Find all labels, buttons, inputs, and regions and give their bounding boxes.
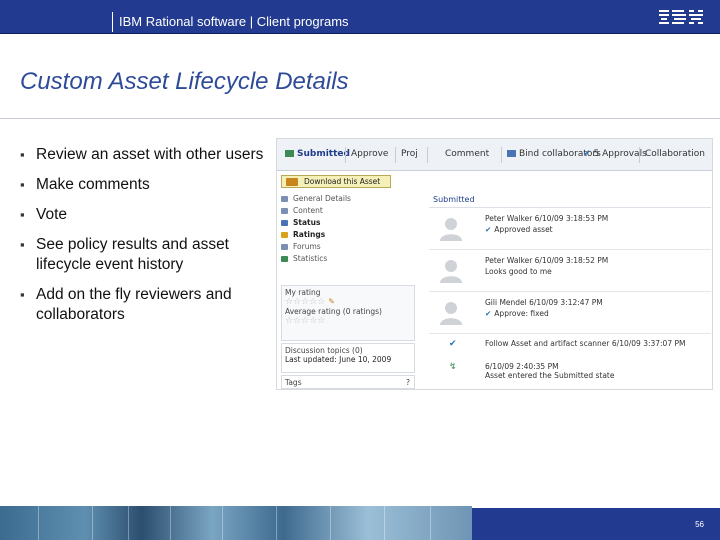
statistics-icon	[281, 256, 288, 262]
content-icon	[281, 208, 288, 214]
system-event-text: Follow Asset and artifact scanner 6/10/0…	[485, 339, 686, 348]
photo-divider	[330, 506, 331, 540]
system-event-text: Asset entered the Submitted state	[485, 371, 615, 380]
my-rating-stars[interactable]: ☆☆☆☆☆ ✎	[285, 297, 411, 307]
forum-icon	[281, 244, 288, 250]
tags-help-icon[interactable]: ?	[406, 378, 410, 387]
tab-approve[interactable]: Approve	[351, 149, 388, 159]
header-bar: IBM Rational software | Client programs	[0, 0, 720, 34]
bullet-list: Review an asset with other users Make co…	[20, 145, 270, 335]
detail-nav: General Details Content Status Ratings F…	[281, 193, 415, 265]
tab-separator	[395, 147, 396, 163]
my-rating-label: My rating	[285, 288, 321, 297]
tab-separator	[427, 147, 428, 163]
bullet-item: Make comments	[20, 175, 270, 195]
action-tabs: Submitted Approve Proj Comment Bind coll…	[277, 139, 712, 171]
avatar-icon	[440, 218, 462, 241]
photo-divider	[222, 506, 223, 540]
photo-divider	[92, 506, 93, 540]
status-icon	[281, 220, 288, 226]
discussion-panel: Discussion topics (0) Last updated: June…	[281, 343, 415, 373]
bullet-item: Add on the fly reviewers and collaborato…	[20, 285, 270, 325]
last-updated: Last updated: June 10, 2009	[285, 355, 392, 364]
nav-item-ratings[interactable]: Ratings	[281, 229, 415, 241]
download-label: Download this Asset	[304, 177, 381, 186]
tags-label: Tags	[285, 378, 302, 387]
details-icon	[281, 196, 288, 202]
average-rating-stars: ☆☆☆☆☆	[285, 316, 326, 326]
footer: 56	[0, 506, 720, 540]
people-icon	[507, 150, 516, 157]
entry-detail: ✔ Approve: fixed	[485, 309, 549, 318]
system-event-time: 6/10/09 2:40:35 PM	[485, 362, 559, 371]
bullet-item: Vote	[20, 205, 270, 225]
photo-divider	[38, 506, 39, 540]
check-icon: ✔	[485, 225, 492, 234]
asset-details-screenshot: Submitted Approve Proj Comment Bind coll…	[276, 138, 713, 390]
avatar-icon	[440, 260, 462, 283]
star-icon	[281, 232, 288, 238]
download-asset-button[interactable]: Download this Asset	[281, 175, 391, 188]
tab-separator	[501, 147, 502, 163]
entry-author: Gili Mendel 6/10/09 3:12:47 PM	[485, 298, 603, 307]
submitted-icon	[285, 150, 294, 157]
nav-item-statistics[interactable]: Statistics	[281, 253, 415, 265]
footer-photo-strip	[0, 506, 472, 540]
page-title: Custom Asset Lifecycle Details	[20, 68, 349, 95]
photo-divider	[430, 506, 431, 540]
nav-item-forums[interactable]: Forums	[281, 241, 415, 253]
system-event: ↯ 6/10/09 2:40:35 PM Asset entered the S…	[429, 357, 711, 380]
activity-feed: Submitted Peter Walker 6/10/09 3:18:53 P…	[429, 193, 711, 380]
pencil-icon: ✎	[328, 297, 335, 306]
bullet-item: Review an asset with other users	[20, 145, 270, 165]
system-event: ✔ Follow Asset and artifact scanner 6/10…	[429, 334, 711, 357]
check-icon: ✔	[449, 339, 457, 349]
check-icon: ✔	[583, 149, 591, 159]
photo-divider	[128, 506, 129, 540]
discussion-topics[interactable]: Discussion topics (0)	[285, 346, 411, 355]
title-divider	[0, 118, 720, 119]
page-number: 56	[695, 520, 704, 529]
rating-panel: My rating ☆☆☆☆☆ ✎ Average rating (0 rati…	[281, 285, 415, 341]
tab-separator	[639, 147, 640, 163]
ibm-logo	[656, 7, 706, 29]
entry-author: Peter Walker 6/10/09 3:18:53 PM	[485, 214, 609, 223]
photo-divider	[276, 506, 277, 540]
nav-item-content[interactable]: Content	[281, 205, 415, 217]
submitted-heading: Submitted	[429, 193, 711, 208]
header-title: IBM Rational software | Client programs	[112, 12, 349, 32]
tab-proj[interactable]: Proj	[401, 149, 418, 159]
tab-submitted[interactable]: Submitted	[285, 149, 350, 159]
footer-bar: 56	[472, 508, 720, 540]
activity-entry: Peter Walker 6/10/09 3:18:53 PM ✔ Approve…	[429, 208, 711, 250]
nav-item-general-details[interactable]: General Details	[281, 193, 415, 205]
entry-author: Peter Walker 6/10/09 3:18:52 PM	[485, 256, 609, 265]
tags-panel[interactable]: Tags ?	[281, 375, 415, 389]
state-change-icon: ↯	[449, 362, 457, 372]
activity-entry: Gili Mendel 6/10/09 3:12:47 PM ✔ Approve:…	[429, 292, 711, 334]
photo-divider	[170, 506, 171, 540]
tab-approvals[interactable]: ✔ 5 Approvals	[583, 149, 647, 159]
activity-entry: Peter Walker 6/10/09 3:18:52 PM Looks go…	[429, 250, 711, 292]
check-icon: ✔	[485, 309, 492, 318]
entry-detail: ✔ Approved asset	[485, 225, 553, 234]
download-icon	[286, 178, 298, 186]
photo-divider	[384, 506, 385, 540]
tab-separator	[345, 147, 346, 163]
entry-detail: Looks good to me	[485, 267, 552, 276]
avatar-icon	[440, 302, 462, 325]
nav-item-status[interactable]: Status	[281, 217, 415, 229]
bullet-item: See policy results and asset lifecycle e…	[20, 235, 270, 275]
tab-collaboration[interactable]: Collaboration	[645, 149, 705, 159]
tab-comment[interactable]: Comment	[445, 149, 489, 159]
average-rating-label: Average rating (0 ratings)	[285, 307, 382, 316]
